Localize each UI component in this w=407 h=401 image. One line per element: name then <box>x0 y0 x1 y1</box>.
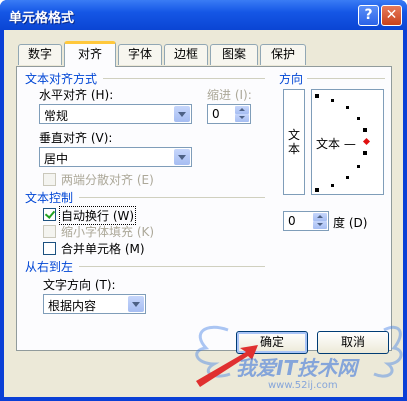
tab-alignment[interactable]: 对齐 <box>64 41 116 67</box>
watermark-text: 我爱IT技术网 <box>236 356 358 380</box>
watermark-graphic <box>195 325 403 387</box>
watermark-url: www.52ij.com <box>268 380 338 391</box>
